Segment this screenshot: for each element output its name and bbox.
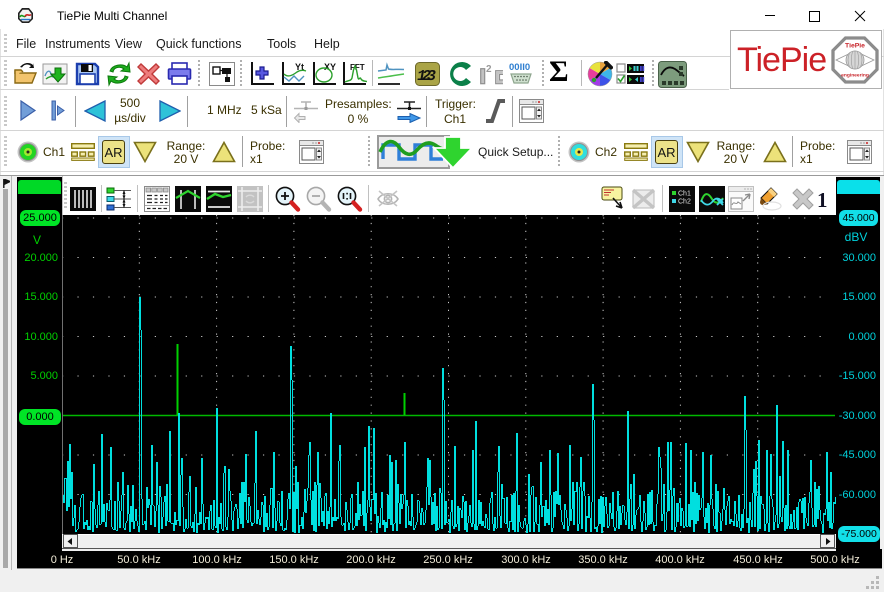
svg-text:00II0: 00II0	[509, 62, 530, 73]
svg-text:TiePie: TiePie	[845, 43, 865, 50]
svg-text:Ch1: Ch1	[678, 191, 691, 198]
svg-text:123: 123	[415, 67, 437, 85]
svg-text:engineering: engineering	[841, 73, 869, 79]
svg-text:2: 2	[486, 64, 492, 75]
svg-text:FFT: FFT	[350, 63, 365, 72]
svg-text:Ch2: Ch2	[678, 199, 691, 206]
